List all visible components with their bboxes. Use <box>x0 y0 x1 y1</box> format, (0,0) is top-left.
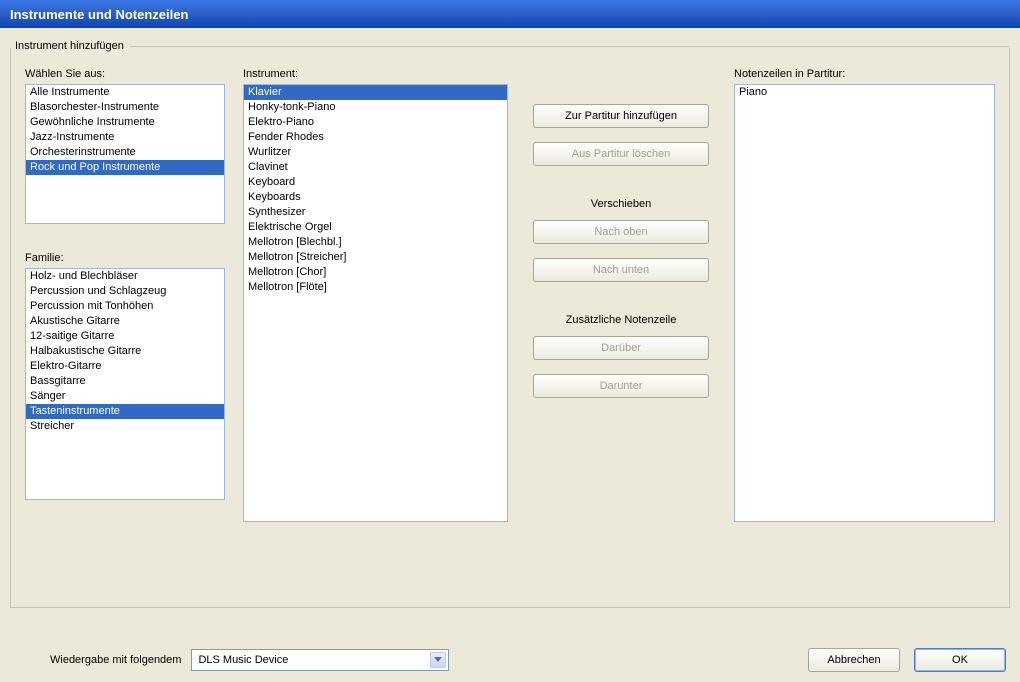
choose-from-label: Wählen Sie aus: <box>25 68 225 80</box>
add-to-score-button[interactable]: Zur Partitur hinzufügen <box>533 104 709 128</box>
list-item[interactable]: Klavier <box>244 85 507 100</box>
groupbox-title-row: Instrument hinzufügen <box>11 40 1009 52</box>
list-item[interactable]: Akustische Gitarre <box>26 314 224 329</box>
playback-device-value: DLS Music Device <box>198 654 288 666</box>
extra-staff-label: Zusätzliche Notenzeile <box>566 314 677 326</box>
ok-button[interactable]: OK <box>914 648 1006 672</box>
titlebar: Instrumente und Notenzeilen <box>0 0 1020 28</box>
staves-listbox[interactable]: Piano <box>734 84 995 522</box>
staff-above-button[interactable]: Darüber <box>533 336 709 360</box>
dialog-body: Instrument hinzufügen Wählen Sie aus: Al… <box>0 28 1020 682</box>
move-down-button[interactable]: Nach unten <box>533 258 709 282</box>
list-item[interactable]: Keyboard <box>244 175 507 190</box>
list-item[interactable]: Mellotron [Flöte] <box>244 280 507 295</box>
combo-arrow-icon <box>430 652 446 668</box>
list-item[interactable]: 12-saitige Gitarre <box>26 329 224 344</box>
list-item[interactable]: Gewöhnliche Instrumente <box>26 115 224 130</box>
list-item[interactable]: Alle Instrumente <box>26 85 224 100</box>
list-item[interactable]: Clavinet <box>244 160 507 175</box>
list-item[interactable]: Elektro-Piano <box>244 115 507 130</box>
add-instrument-groupbox: Instrument hinzufügen Wählen Sie aus: Al… <box>10 48 1010 608</box>
columns: Wählen Sie aus: Alle InstrumenteBlasorch… <box>25 68 995 593</box>
list-item[interactable]: Blasorchester-Instrumente <box>26 100 224 115</box>
window-title: Instrumente und Notenzeilen <box>10 7 188 22</box>
col-staves: Notenzeilen in Partitur: Piano <box>734 68 995 593</box>
list-item[interactable]: Percussion mit Tonhöhen <box>26 299 224 314</box>
playback-device-label: Wiedergabe mit folgendem <box>50 654 181 666</box>
list-item[interactable]: Honky-tonk-Piano <box>244 100 507 115</box>
list-item[interactable]: Bassgitarre <box>26 374 224 389</box>
move-up-button[interactable]: Nach oben <box>533 220 709 244</box>
list-item[interactable]: Tasteninstrumente <box>26 404 224 419</box>
footer: Wiedergabe mit folgendem DLS Music Devic… <box>0 648 1020 672</box>
col-buttons: Zur Partitur hinzufügen Aus Partitur lös… <box>526 68 716 593</box>
list-item[interactable]: Jazz-Instrumente <box>26 130 224 145</box>
cancel-button[interactable]: Abbrechen <box>808 648 900 672</box>
list-item[interactable]: Synthesizer <box>244 205 507 220</box>
delete-from-score-button[interactable]: Aus Partitur löschen <box>533 142 709 166</box>
groupbox-divider <box>130 46 1009 47</box>
playback-device-combo[interactable]: DLS Music Device <box>191 649 449 671</box>
list-item[interactable]: Sänger <box>26 389 224 404</box>
instrument-label: Instrument: <box>243 68 508 80</box>
family-label: Familie: <box>25 252 225 264</box>
staff-below-button[interactable]: Darunter <box>533 374 709 398</box>
list-item[interactable]: Percussion und Schlagzeug <box>26 284 224 299</box>
list-item[interactable]: Elektro-Gitarre <box>26 359 224 374</box>
list-item[interactable]: Streicher <box>26 419 224 434</box>
list-item[interactable]: Elektrische Orgel <box>244 220 507 235</box>
list-item[interactable]: Mellotron [Chor] <box>244 265 507 280</box>
list-item[interactable]: Rock und Pop Instrumente <box>26 160 224 175</box>
staves-label: Notenzeilen in Partitur: <box>734 68 995 80</box>
list-item[interactable]: Wurlitzer <box>244 145 507 160</box>
groupbox-title: Instrument hinzufügen <box>11 40 130 52</box>
list-item[interactable]: Orchesterinstrumente <box>26 145 224 160</box>
instrument-listbox[interactable]: KlavierHonky-tonk-PianoElektro-PianoFend… <box>243 84 508 522</box>
family-listbox[interactable]: Holz- und BlechbläserPercussion und Schl… <box>25 268 225 500</box>
col-categories-family: Wählen Sie aus: Alle InstrumenteBlasorch… <box>25 68 225 593</box>
list-item[interactable]: Halbakustische Gitarre <box>26 344 224 359</box>
col-instrument: Instrument: KlavierHonky-tonk-PianoElekt… <box>243 68 508 593</box>
list-item[interactable]: Piano <box>735 85 994 100</box>
move-label: Verschieben <box>591 198 652 210</box>
list-item[interactable]: Keyboards <box>244 190 507 205</box>
list-item[interactable]: Fender Rhodes <box>244 130 507 145</box>
categories-listbox[interactable]: Alle InstrumenteBlasorchester-Instrument… <box>25 84 225 224</box>
list-item[interactable]: Mellotron [Blechbl.] <box>244 235 507 250</box>
list-item[interactable]: Mellotron [Streicher] <box>244 250 507 265</box>
list-item[interactable]: Holz- und Blechbläser <box>26 269 224 284</box>
